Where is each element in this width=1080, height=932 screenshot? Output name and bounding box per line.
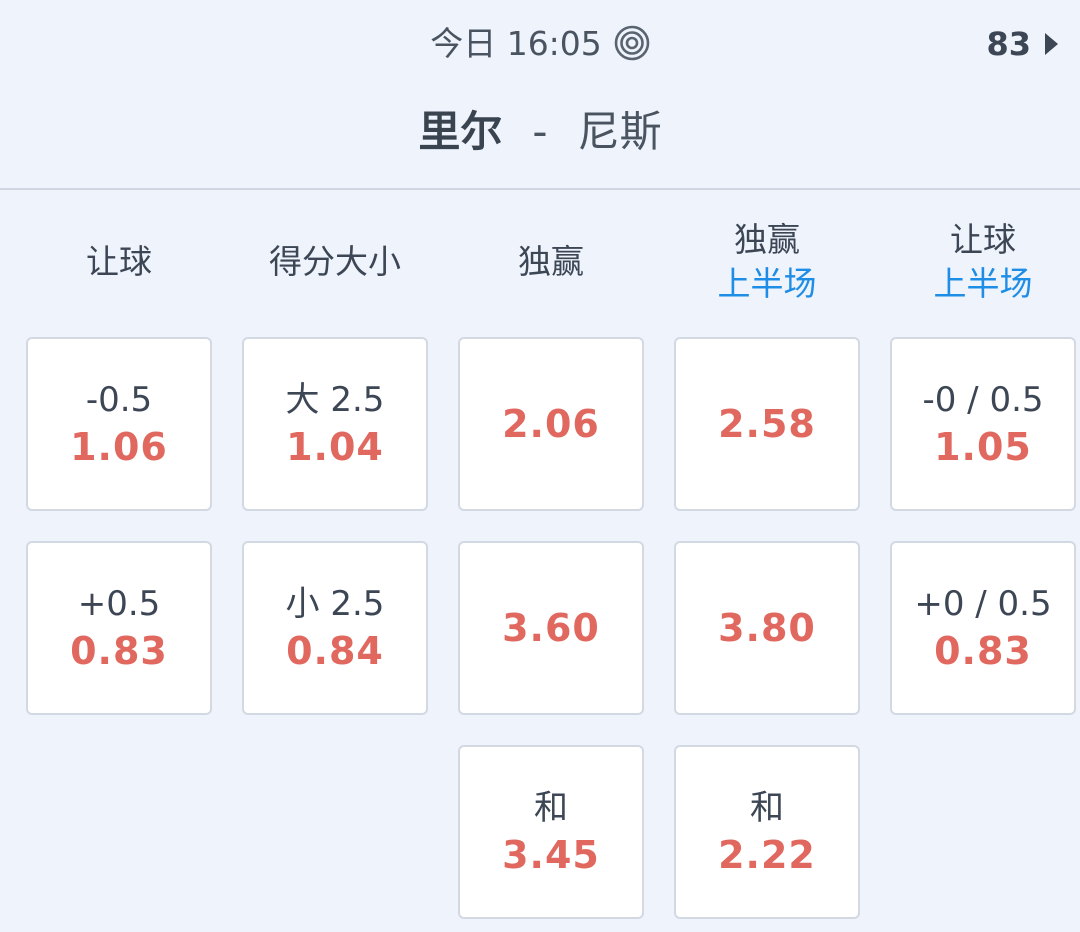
odds-line: 小 2.5: [285, 584, 385, 624]
column-title: 得分大小: [269, 242, 401, 281]
chevron-right-icon: [1045, 33, 1058, 55]
column-subtitle: 上半场: [933, 264, 1033, 303]
odds-value: 0.83: [70, 629, 168, 673]
betting-page: 今日 16:05 83 里尔 - 尼斯 让球 得分大小 独赢 独赢 上半场 让球 上半场 -0.5…: [0, 0, 1080, 932]
odds-cell[interactable]: 3.80: [674, 541, 860, 715]
match-time-row: 今日 16:05: [0, 20, 1080, 68]
odds-value: 3.60: [502, 606, 600, 650]
column-title: 让球: [86, 242, 152, 281]
home-team: 里尔: [418, 107, 503, 156]
more-markets-button[interactable]: 83: [986, 20, 1058, 68]
odds-line: +0.5: [77, 584, 161, 624]
odds-value: 3.80: [718, 606, 816, 650]
header-divider: [0, 188, 1080, 190]
column-header: 独赢 上半场: [672, 212, 862, 312]
match-header: 今日 16:05 83: [0, 0, 1080, 88]
odds-value: 0.84: [286, 629, 384, 673]
odds-line: 和: [534, 788, 568, 828]
odds-line: +0 / 0.5: [914, 584, 1052, 624]
column-header: 让球 上半场: [888, 212, 1078, 312]
column-title: 让球: [950, 220, 1016, 259]
market-count: 83: [986, 25, 1031, 63]
away-team: 尼斯: [577, 107, 662, 156]
odds-line: 大 2.5: [285, 380, 385, 420]
odds-value: 3.45: [502, 833, 600, 877]
odds-value: 2.06: [502, 402, 600, 446]
odds-line: 和: [750, 788, 784, 828]
odds-value: 1.04: [286, 425, 384, 469]
odds-cell[interactable]: 2.06: [458, 337, 644, 511]
odds-value: 2.22: [718, 833, 816, 877]
team-separator: -: [532, 107, 548, 156]
column-header: 独赢: [456, 212, 646, 312]
odds-cell[interactable]: 和 3.45: [458, 745, 644, 919]
odds-line: -0 / 0.5: [922, 380, 1044, 420]
odds-value: 1.06: [70, 425, 168, 469]
odds-cell[interactable]: 和 2.22: [674, 745, 860, 919]
odds-value: 2.58: [718, 402, 816, 446]
odds-cell[interactable]: 大 2.5 1.04: [242, 337, 428, 511]
odds-value: 0.83: [934, 629, 1032, 673]
match-time: 今日 16:05: [430, 24, 602, 63]
odds-cell[interactable]: 小 2.5 0.84: [242, 541, 428, 715]
column-header: 得分大小: [240, 212, 430, 312]
odds-cell[interactable]: 2.58: [674, 337, 860, 511]
odds-cell[interactable]: -0 / 0.5 1.05: [890, 337, 1076, 511]
column-title: 独赢: [518, 242, 584, 281]
target-icon: [614, 25, 650, 61]
odds-cell[interactable]: +0.5 0.83: [26, 541, 212, 715]
column-header: 让球: [24, 212, 214, 312]
odds-cell[interactable]: -0.5 1.06: [26, 337, 212, 511]
column-title: 独赢: [734, 220, 800, 259]
odds-line: -0.5: [85, 380, 153, 420]
column-subtitle: 上半场: [717, 264, 817, 303]
odds-cell[interactable]: 3.60: [458, 541, 644, 715]
odds-cell[interactable]: +0 / 0.5 0.83: [890, 541, 1076, 715]
odds-value: 1.05: [934, 425, 1032, 469]
teams-title: 里尔 - 尼斯: [0, 100, 1080, 164]
